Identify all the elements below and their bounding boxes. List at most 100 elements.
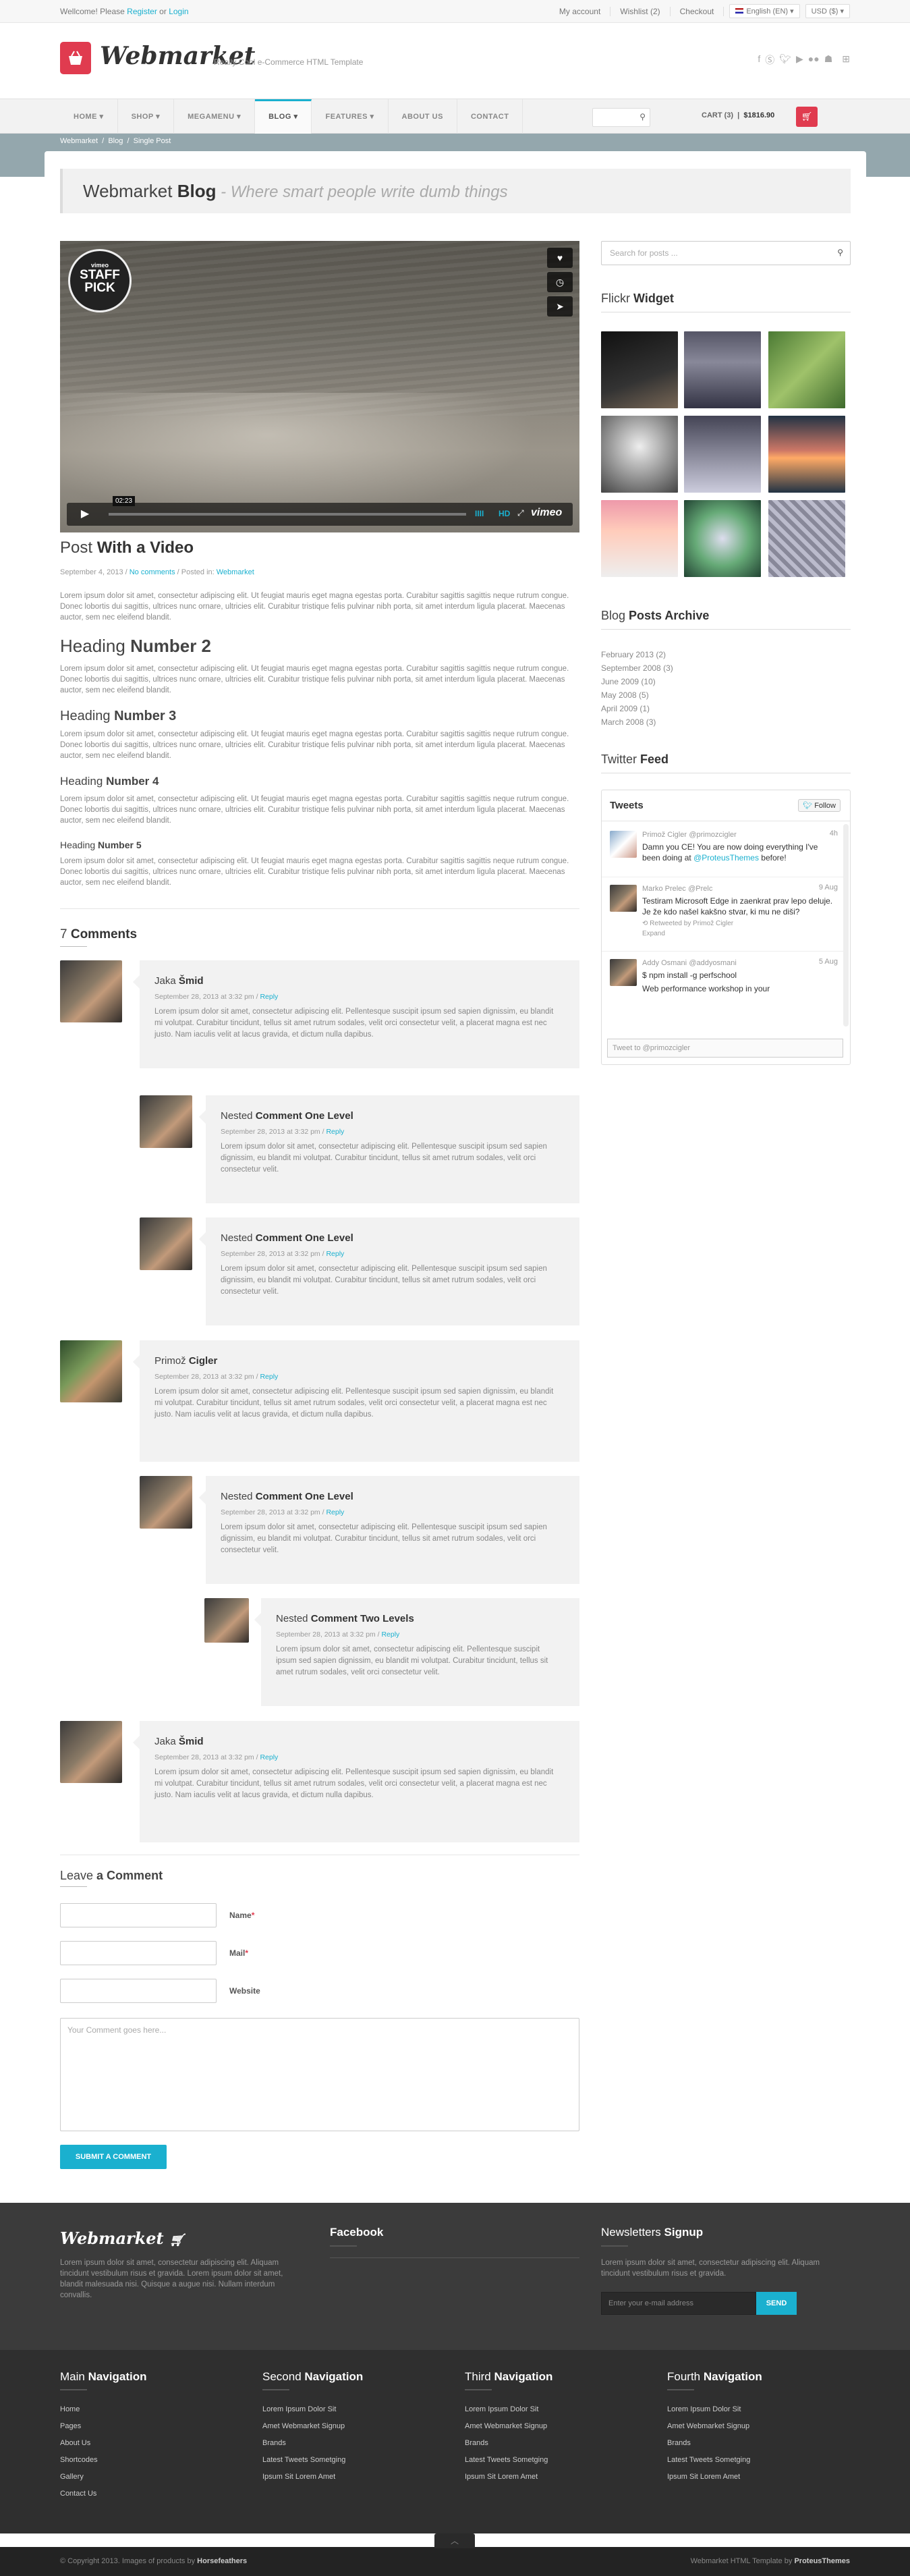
search-icon[interactable]: ⚲: [837, 248, 843, 257]
category-link[interactable]: Webmarket: [217, 568, 254, 576]
footer-link[interactable]: Latest Tweets Sometging: [262, 2452, 345, 2469]
newsletter-send-button[interactable]: SEND: [756, 2292, 797, 2315]
my-account-link[interactable]: My account: [550, 6, 611, 16]
tweet[interactable]: Primož Cigler @primozcigler 4h Damn you C…: [642, 829, 838, 863]
flickr-thumb[interactable]: [684, 416, 761, 493]
submit-comment-button[interactable]: SUBMIT A COMMENT: [60, 2145, 167, 2169]
fullscreen-icon[interactable]: ⤢: [517, 508, 524, 518]
language-select[interactable]: English (EN) ▾: [729, 4, 800, 18]
logo-icon[interactable]: [60, 42, 91, 74]
mail-field[interactable]: [60, 1941, 217, 1965]
reply-link[interactable]: Reply: [326, 1128, 344, 1136]
avatar[interactable]: [204, 1598, 249, 1643]
video-player[interactable]: vimeo STAFF PICK ♥ ◷ ➤ ▶ 02:23 IIII HD ⤢…: [60, 241, 579, 532]
nav-home[interactable]: HOME ▾: [60, 99, 118, 134]
footer-link[interactable]: Ipsum Sit Lorem Amet: [465, 2469, 548, 2486]
name-field[interactable]: [60, 1903, 217, 1927]
share-icon[interactable]: ➤: [547, 296, 573, 317]
breadcrumb-blog[interactable]: Blog: [108, 137, 123, 145]
vimeo-logo[interactable]: vimeo: [531, 507, 562, 519]
footer-link[interactable]: Ipsum Sit Lorem Amet: [667, 2469, 750, 2486]
twitter-icon[interactable]: 🐦︎: [779, 53, 791, 67]
nav-contact[interactable]: CONTACT: [457, 99, 523, 134]
footer-link[interactable]: Contact Us: [60, 2486, 98, 2502]
nav-megamenu[interactable]: MEGAMENU ▾: [174, 99, 256, 134]
comment-textarea[interactable]: Your Comment goes here...: [60, 2018, 579, 2131]
horsefeathers-link[interactable]: Horsefeathers: [197, 2557, 247, 2565]
archive-item[interactable]: March 2008 (3): [601, 717, 656, 727]
reply-link[interactable]: Reply: [326, 1508, 344, 1516]
windows-icon[interactable]: ⊞: [842, 53, 850, 67]
video-progress[interactable]: [109, 513, 466, 516]
flickr-thumb[interactable]: [601, 500, 678, 577]
footer-link[interactable]: Brands: [262, 2435, 345, 2452]
skype-icon[interactable]: Ⓢ: [765, 53, 774, 67]
footer-link[interactable]: Brands: [667, 2435, 750, 2452]
nav-features[interactable]: FEATURES ▾: [312, 99, 389, 134]
footer-link[interactable]: Amet Webmarket Signup: [667, 2418, 750, 2435]
wishlist-link[interactable]: Wishlist (2): [610, 6, 671, 16]
sidebar-search-input[interactable]: Search for posts ... ⚲: [601, 241, 851, 265]
facebook-icon[interactable]: f: [758, 53, 760, 67]
checkout-link[interactable]: Checkout: [671, 6, 724, 16]
avatar[interactable]: [140, 1217, 192, 1270]
website-field[interactable]: [60, 1979, 217, 2003]
flickr-thumb[interactable]: [684, 500, 761, 577]
archive-item[interactable]: February 2013 (2): [601, 650, 666, 659]
play-button[interactable]: ▶: [67, 503, 103, 526]
scroll-to-top-button[interactable]: ︿: [434, 2533, 475, 2548]
clock-icon[interactable]: ◷: [547, 272, 573, 292]
avatar[interactable]: [60, 1340, 122, 1402]
flickr-thumb[interactable]: [768, 416, 845, 493]
breadcrumb-webmarket[interactable]: Webmarket: [60, 137, 98, 145]
avatar[interactable]: [60, 1721, 122, 1783]
android-icon[interactable]: ☗: [824, 53, 833, 67]
flickr-thumb[interactable]: [768, 331, 845, 408]
footer-link[interactable]: About Us: [60, 2435, 98, 2452]
currency-select[interactable]: USD ($) ▾: [805, 4, 850, 18]
twitter-scrollbar[interactable]: [843, 824, 849, 1026]
login-link[interactable]: Login: [169, 7, 188, 16]
archive-item[interactable]: April 2009 (1): [601, 704, 650, 713]
tweet-to-input[interactable]: Tweet to @primozcigler: [607, 1039, 843, 1058]
youtube-icon[interactable]: ▶: [796, 53, 803, 67]
footer-link[interactable]: Latest Tweets Sometging: [465, 2452, 548, 2469]
footer-link[interactable]: Pages: [60, 2418, 98, 2435]
footer-link[interactable]: Lorem Ipsum Dolor Sit: [465, 2401, 548, 2418]
flickr-thumb[interactable]: [684, 331, 761, 408]
expand-link[interactable]: Expand: [642, 930, 838, 937]
footer-link[interactable]: Shortcodes: [60, 2452, 98, 2469]
avatar[interactable]: [610, 831, 637, 858]
reply-link[interactable]: Reply: [326, 1250, 344, 1258]
flickr-thumb[interactable]: [601, 331, 678, 408]
volume-icon[interactable]: IIII: [475, 509, 484, 518]
avatar[interactable]: [140, 1095, 192, 1148]
archive-item[interactable]: May 2008 (5): [601, 690, 649, 700]
hd-button[interactable]: HD: [499, 509, 510, 518]
footer-link[interactable]: Gallery: [60, 2469, 98, 2486]
nav-about[interactable]: ABOUT US: [389, 99, 457, 134]
footer-link[interactable]: Lorem Ipsum Dolor Sit: [262, 2401, 345, 2418]
flickr-icon[interactable]: ●●: [808, 53, 820, 67]
footer-link[interactable]: Amet Webmarket Signup: [465, 2418, 548, 2435]
like-icon[interactable]: ♥: [547, 248, 573, 268]
archive-item[interactable]: June 2009 (10): [601, 677, 656, 686]
nav-search-input[interactable]: ⚲: [592, 108, 650, 127]
search-icon[interactable]: ⚲: [639, 112, 646, 121]
footer-link[interactable]: Ipsum Sit Lorem Amet: [262, 2469, 345, 2486]
cart-summary[interactable]: CART (3) | $1816.90: [702, 111, 774, 119]
comments-link[interactable]: No comments: [130, 568, 175, 576]
avatar[interactable]: [610, 885, 637, 912]
reply-link[interactable]: Reply: [260, 1753, 278, 1761]
newsletter-email-input[interactable]: Enter your e-mail address: [601, 2292, 756, 2315]
footer-logo[interactable]: Webmarket 🛒︎: [60, 2228, 185, 2248]
tweet[interactable]: Marko Prelec @Prelc 9 Aug Testiram Micros…: [642, 883, 838, 937]
avatar[interactable]: [60, 960, 122, 1022]
flickr-thumb[interactable]: [768, 500, 845, 577]
avatar[interactable]: [140, 1476, 192, 1529]
footer-link[interactable]: Latest Tweets Sometging: [667, 2452, 750, 2469]
follow-button[interactable]: 🐦︎ Follow: [798, 799, 841, 812]
footer-link[interactable]: Amet Webmarket Signup: [262, 2418, 345, 2435]
cart-button[interactable]: 🛒︎: [796, 107, 818, 127]
avatar[interactable]: [610, 959, 637, 986]
